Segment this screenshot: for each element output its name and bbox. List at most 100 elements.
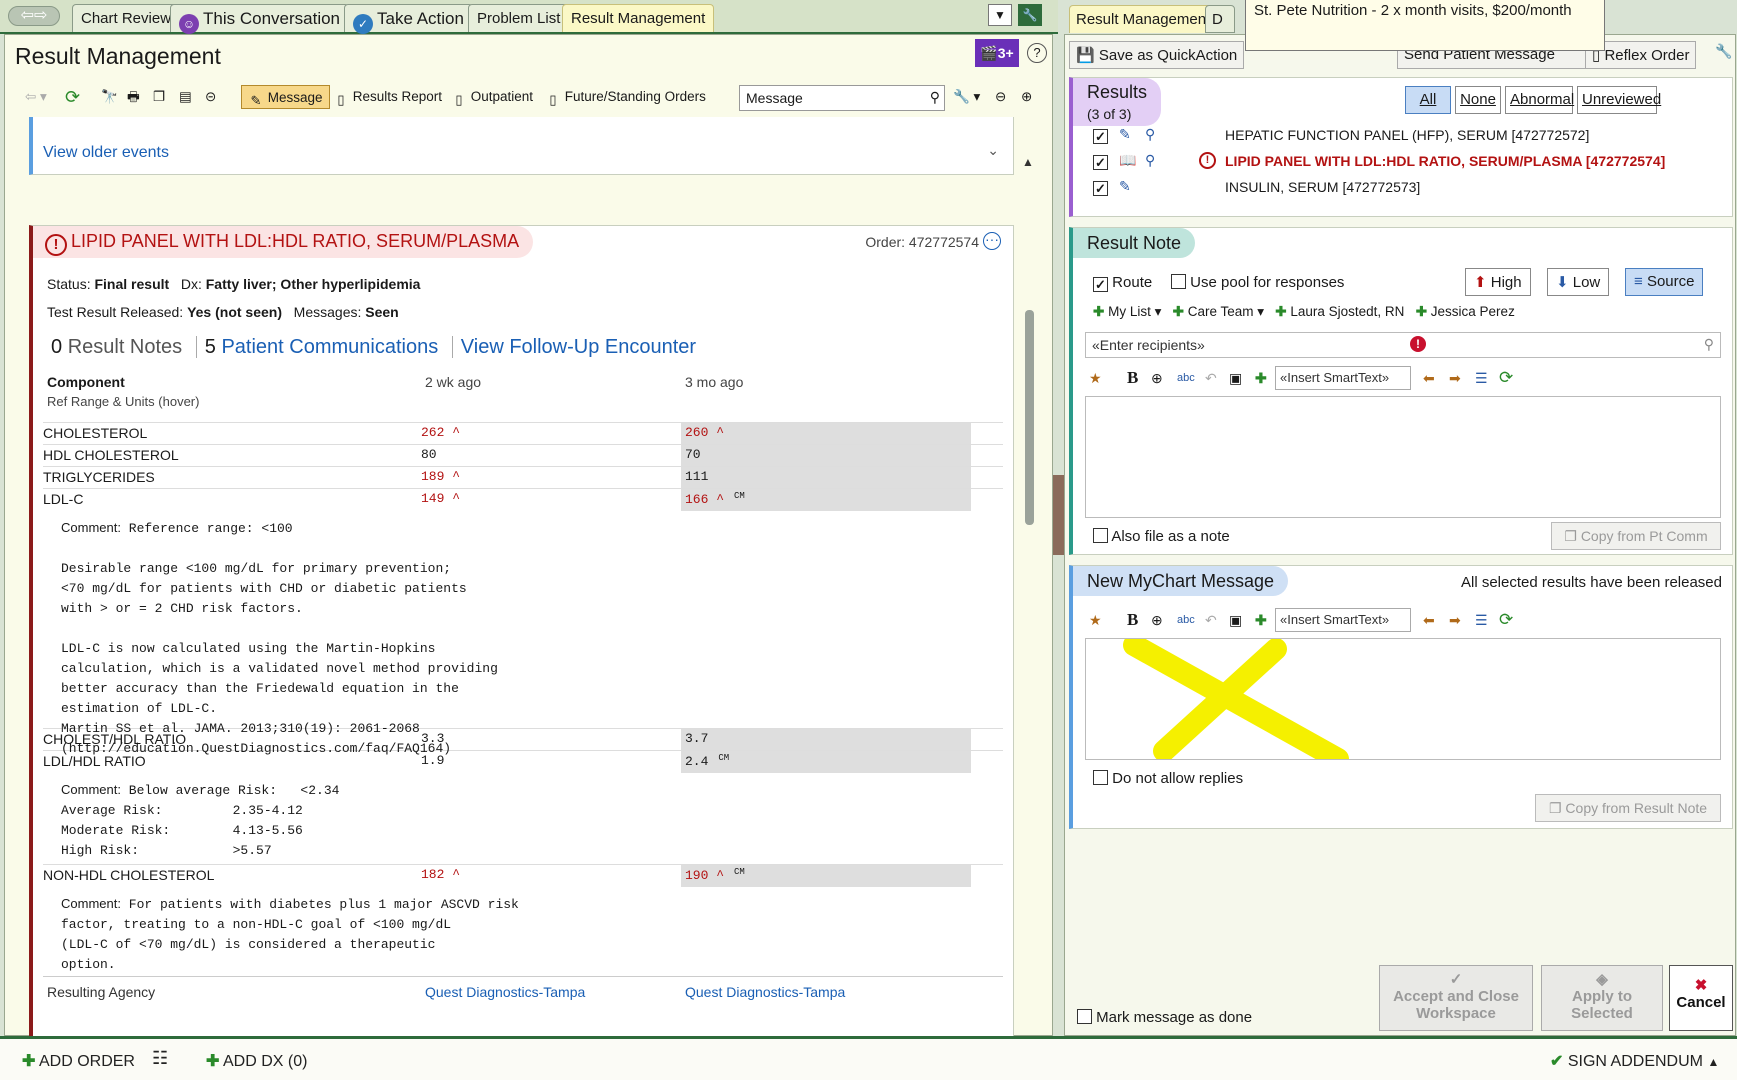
- tab-result-management[interactable]: Result Management: [562, 4, 715, 32]
- tab-overflow-dropdown-icon[interactable]: ▼: [988, 4, 1012, 26]
- scroll-thumb[interactable]: [1025, 310, 1034, 525]
- tab-right-other[interactable]: D: [1205, 5, 1235, 33]
- insert-list-icon[interactable]: ☰: [1475, 608, 1488, 632]
- back-forward-arrows-icon[interactable]: ⇦⇨: [8, 6, 60, 26]
- no-replies-checkbox[interactable]: Do not allow replies: [1093, 770, 1243, 787]
- wrench-icon[interactable]: 🔧: [1715, 43, 1732, 60]
- insert-plus-icon[interactable]: ✚: [1255, 366, 1267, 390]
- filter-abnormal[interactable]: Abnormal: [1505, 86, 1574, 114]
- result-notes-link[interactable]: 0 Result Notes: [51, 336, 182, 358]
- view-older-events-link[interactable]: View older events: [43, 144, 169, 162]
- outpatient-button[interactable]: ▯ Outpatient: [451, 85, 533, 109]
- prev-arrow-icon[interactable]: ⬅: [1423, 608, 1435, 632]
- patient-communications-link[interactable]: 5 Patient Communications: [195, 336, 439, 358]
- zoom-icon[interactable]: ⊕: [1151, 366, 1163, 390]
- mark-done-checkbox[interactable]: Mark message as done: [1077, 1009, 1252, 1026]
- agency-link-2[interactable]: Quest Diagnostics-Tampa: [685, 984, 845, 1000]
- copy-from-result-note-button[interactable]: ❐ Copy from Result Note: [1535, 794, 1721, 822]
- favorite-icon[interactable]: ★: [1089, 366, 1102, 390]
- result-list-item[interactable]: ✓ ✎ INSULIN, SERUM [472772573]: [1093, 178, 1713, 200]
- refresh-icon[interactable]: ⟳: [1499, 366, 1513, 390]
- result-list-item[interactable]: ✓ 📖 ⚲! LIPID PANEL WITH LDL:HDL RATIO, SERU…: [1093, 152, 1713, 174]
- back-arrow-icon[interactable]: ⇦ ▾: [25, 85, 47, 109]
- message-button[interactable]: ✎ Message: [241, 85, 330, 109]
- undo-icon[interactable]: ↶: [1205, 366, 1217, 390]
- tab-problem-list[interactable]: Problem List: [468, 4, 570, 32]
- scroll-up-icon[interactable]: ▲: [1022, 155, 1034, 169]
- copy-icon[interactable]: ❐: [153, 85, 165, 109]
- print-preview-icon[interactable]: ▤: [179, 85, 192, 109]
- my-list-button[interactable]: ✚ My List ▾: [1093, 304, 1161, 319]
- favorite-icon[interactable]: ★: [1089, 608, 1102, 632]
- result-title[interactable]: ! LIPID PANEL WITH LDL:HDL RATIO, SERUM/P…: [33, 226, 533, 258]
- smartphrase-icon[interactable]: ▣: [1229, 366, 1242, 390]
- checkbox-checked[interactable]: ✓: [1093, 129, 1108, 144]
- result-row[interactable]: NON-HDL CHOLESTEROL 182 ^ 190 ^ CM: [43, 864, 1003, 887]
- help-icon[interactable]: ?: [1027, 43, 1047, 63]
- wrench-icon[interactable]: 🔧: [1018, 4, 1042, 26]
- mychart-message-textarea[interactable]: [1085, 638, 1721, 760]
- search-input[interactable]: Message ⚲: [739, 85, 945, 111]
- spellcheck-icon[interactable]: abc: [1177, 366, 1195, 390]
- undo-icon[interactable]: ↶: [1205, 608, 1217, 632]
- refresh-icon[interactable]: ⟳: [65, 85, 80, 109]
- next-arrow-icon[interactable]: ➡: [1449, 366, 1461, 390]
- bold-icon[interactable]: B: [1127, 608, 1138, 632]
- recipients-input[interactable]: «Enter recipients»! ⚲: [1085, 332, 1721, 358]
- add-recipient-2[interactable]: ✚ Jessica Perez: [1416, 304, 1515, 319]
- zoom-in-icon[interactable]: ⊕: [1021, 85, 1032, 109]
- filter-unreviewed[interactable]: Unreviewed: [1577, 86, 1661, 114]
- insert-smarttext-input[interactable]: «Insert SmartText»: [1275, 608, 1411, 632]
- agency-link-1[interactable]: Quest Diagnostics-Tampa: [425, 984, 585, 1000]
- insert-list-icon[interactable]: ☰: [1475, 366, 1488, 390]
- sign-addendum-button[interactable]: ✔ SIGN ADDENDUM ▲: [1550, 1051, 1719, 1071]
- save-quickaction-button[interactable]: 💾 Save as QuickAction: [1069, 41, 1245, 69]
- care-team-button[interactable]: ✚ Care Team ▾: [1173, 304, 1264, 319]
- tab-this-conversation[interactable]: ☺ This Conversation: [170, 4, 350, 34]
- add-order-button[interactable]: ✚ ADD ORDER: [22, 1051, 135, 1071]
- binoculars-icon[interactable]: 🔭: [101, 85, 118, 109]
- vertical-scrollbar[interactable]: ▲ ▼: [1022, 155, 1036, 1065]
- tab-chart-review[interactable]: Chart Review: [72, 4, 181, 32]
- results-report-button[interactable]: ▯ Results Report: [333, 85, 442, 109]
- insert-smarttext-input[interactable]: «Insert SmartText»: [1275, 366, 1411, 390]
- insert-plus-icon[interactable]: ✚: [1255, 608, 1267, 632]
- accept-close-button[interactable]: ✓ Accept and Close Workspace: [1379, 965, 1533, 1031]
- zoom-icon[interactable]: ⊕: [1151, 608, 1163, 632]
- result-row[interactable]: TRIGLYCERIDES 189 ^ 111: [43, 466, 1003, 489]
- refresh-icon[interactable]: ⟳: [1499, 608, 1513, 632]
- filter-none[interactable]: None: [1455, 86, 1501, 114]
- checkbox-checked[interactable]: ✓: [1093, 155, 1108, 170]
- zoom-out-icon[interactable]: ⊖: [995, 85, 1006, 109]
- print-icon[interactable]: 🖶: [127, 85, 140, 109]
- order-list-icon[interactable]: ☷: [152, 1048, 168, 1069]
- use-pool-checkbox[interactable]: Use pool for responses: [1171, 274, 1344, 291]
- result-note-textarea[interactable]: [1085, 396, 1721, 518]
- settings-wrench-icon[interactable]: 🔧 ▾: [953, 85, 980, 109]
- view-follow-up-link[interactable]: View Follow-Up Encounter: [451, 336, 697, 358]
- source-button[interactable]: ≡ Source: [1625, 268, 1704, 296]
- route-checkbox[interactable]: ✓ Route: [1093, 274, 1152, 292]
- future-orders-button[interactable]: ▯ Future/Standing Orders: [545, 85, 705, 109]
- result-row[interactable]: HDL CHOLESTEROL 80 70: [43, 444, 1003, 467]
- next-arrow-icon[interactable]: ➡: [1449, 608, 1461, 632]
- expand-chevron-icon[interactable]: ⌄: [987, 142, 999, 159]
- result-row[interactable]: LDL-C 149 ^ 166 ^ CM: [43, 488, 1003, 511]
- filter-all[interactable]: All: [1405, 86, 1451, 114]
- spellcheck-icon[interactable]: abc: [1177, 608, 1195, 632]
- checkbox-checked[interactable]: ✓: [1093, 181, 1108, 196]
- add-recipient-1[interactable]: ✚ Laura Sjostedt, RN: [1275, 304, 1404, 319]
- tab-take-action[interactable]: ✓ Take Action: [344, 4, 473, 34]
- also-file-checkbox[interactable]: Also file as a note: [1093, 528, 1230, 545]
- cancel-button[interactable]: ✖ Cancel: [1669, 965, 1733, 1031]
- notification-badge[interactable]: 🎬3+: [975, 39, 1019, 67]
- result-row[interactable]: CHOLESTEROL 262 ^ 260 ^: [43, 422, 1003, 445]
- result-list-item[interactable]: ✓ ✎ ⚲ HEPATIC FUNCTION PANEL (HFP), SERUM […: [1093, 126, 1713, 148]
- copy-from-pt-comm-button[interactable]: ❐ Copy from Pt Comm: [1551, 522, 1721, 550]
- bold-icon[interactable]: B: [1127, 366, 1138, 390]
- link-icon[interactable]: ⊝: [205, 85, 216, 109]
- add-dx-button[interactable]: ✚ ADD DX (0): [206, 1051, 307, 1071]
- apply-selected-button[interactable]: ◈ Apply to Selected: [1541, 965, 1663, 1031]
- priority-high-button[interactable]: ⬆ High: [1465, 268, 1531, 296]
- prev-arrow-icon[interactable]: ⬅: [1423, 366, 1435, 390]
